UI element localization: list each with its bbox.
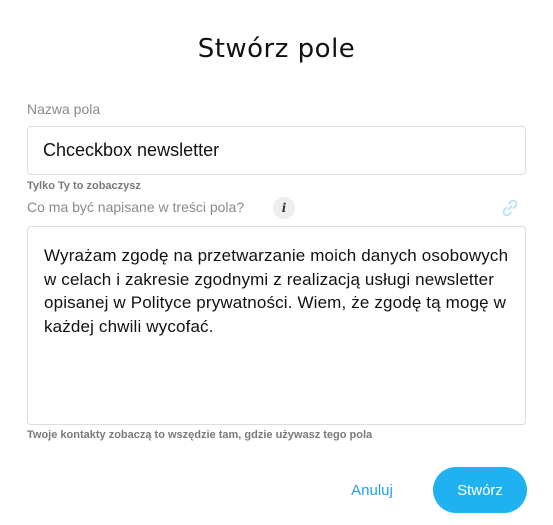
field-name-input[interactable] [27, 126, 526, 175]
dialog-title: Stwórz pole [197, 34, 356, 64]
field-content-label: Co ma być napisane w treści pola? [27, 199, 245, 215]
field-content-hint: Twoje kontakty zobaczą to wszędzie tam, … [27, 429, 373, 441]
info-icon[interactable]: i [273, 197, 295, 219]
link-icon[interactable] [499, 197, 521, 219]
create-button[interactable]: Stwórz [433, 467, 527, 513]
cancel-button[interactable]: Anuluj [336, 470, 408, 510]
field-content-textarea[interactable]: Wyrażam zgodę na przetwarzanie moich dan… [27, 226, 526, 425]
field-name-label: Nazwa pola [27, 101, 101, 117]
field-name-hint: Tylko Ty to zobaczysz [27, 180, 141, 192]
